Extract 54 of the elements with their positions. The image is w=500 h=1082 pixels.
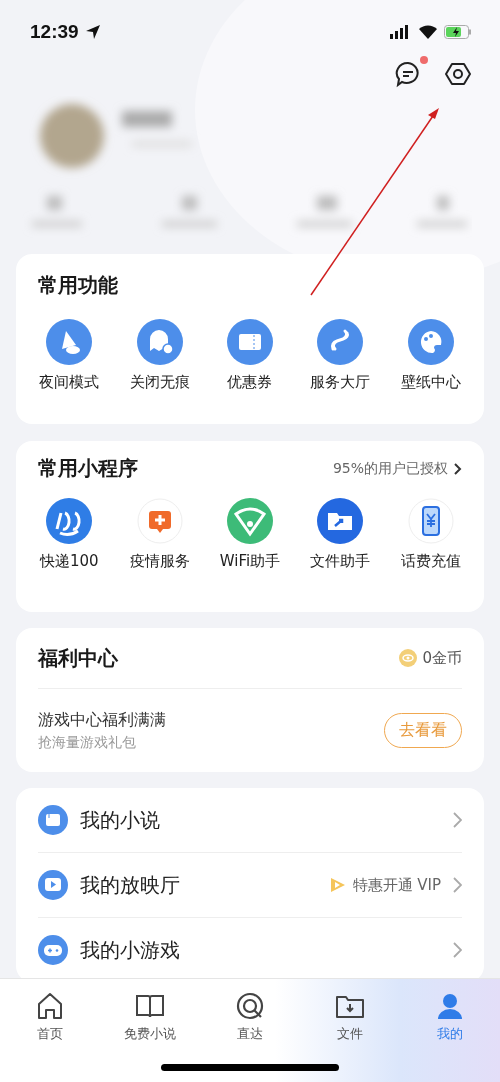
authorized-link[interactable]: 95%的用户已授权	[332, 459, 462, 478]
chevron-icon	[453, 942, 462, 958]
book-icon	[38, 805, 68, 835]
tab[interactable]: 直达	[210, 991, 290, 1049]
function-label[interactable]: 关闭无痕	[129, 373, 190, 392]
coin-icon	[399, 649, 418, 667]
phone-yuan-icon[interactable]	[407, 498, 454, 544]
ghost-icon[interactable]	[136, 319, 183, 365]
mini-program-label[interactable]: 文件助手	[310, 552, 371, 571]
menu-label: 我的小游戏	[80, 936, 180, 964]
chevron-icon	[454, 462, 462, 475]
person-icon	[435, 991, 465, 1021]
ticket-icon[interactable]	[227, 319, 273, 365]
vip-offer: 特惠开通 VIP	[352, 875, 441, 895]
status-time: 12:39	[30, 21, 79, 43]
menu-label: 我的放映厅	[80, 871, 180, 899]
chevron-icon	[453, 812, 462, 828]
folder-icon[interactable]	[317, 498, 364, 544]
play-screen-icon	[38, 870, 68, 900]
menu-row[interactable]: 我的放映厅 特惠开通 VIP	[38, 852, 462, 917]
express-badge-icon[interactable]	[46, 498, 93, 544]
play-icon	[328, 877, 347, 893]
medical-chat-icon[interactable]	[136, 498, 183, 544]
section-title: 常用小程序	[38, 455, 138, 482]
search-bubble-icon	[235, 991, 265, 1021]
tab[interactable]: 首页	[10, 991, 90, 1049]
tab[interactable]: 文件	[310, 991, 390, 1049]
section-title: 常用功能	[38, 272, 119, 299]
function-label[interactable]: 服务大厅	[310, 373, 371, 392]
function-label[interactable]: 壁纸中心	[400, 373, 461, 392]
coin-count: 0金币	[422, 648, 462, 668]
wifi-icon	[418, 25, 438, 39]
mini-program-label[interactable]: 快递100	[39, 552, 99, 571]
gamepad-icon	[38, 935, 68, 965]
menu-label: 我的小说	[80, 806, 160, 834]
promo-subtitle: 抢海量游戏礼包	[38, 733, 137, 752]
mini-program-label[interactable]: 话费充值	[400, 552, 461, 571]
section-title: 福利中心	[38, 644, 118, 672]
promo-title: 游戏中心福利满满	[38, 709, 166, 731]
menu-row[interactable]: 我的小说	[38, 788, 462, 852]
location-arrow-icon	[84, 24, 101, 40]
function-label[interactable]: 优惠券	[227, 373, 273, 392]
mini-program-label[interactable]: 疫情服务	[129, 552, 190, 571]
settings-icon[interactable]	[444, 60, 472, 88]
battery-icon	[444, 25, 472, 39]
home-icon	[35, 991, 65, 1021]
moon-cloud-icon[interactable]	[46, 319, 93, 365]
mini-program-label[interactable]: WiFi助手	[219, 552, 281, 571]
chevron-icon	[453, 877, 462, 893]
wifi-shield-icon[interactable]	[227, 498, 273, 544]
message-icon[interactable]	[394, 60, 422, 88]
function-label[interactable]: 夜间模式	[39, 373, 100, 392]
palette-icon[interactable]	[407, 319, 454, 365]
tab[interactable]: 免费小说	[110, 991, 190, 1049]
